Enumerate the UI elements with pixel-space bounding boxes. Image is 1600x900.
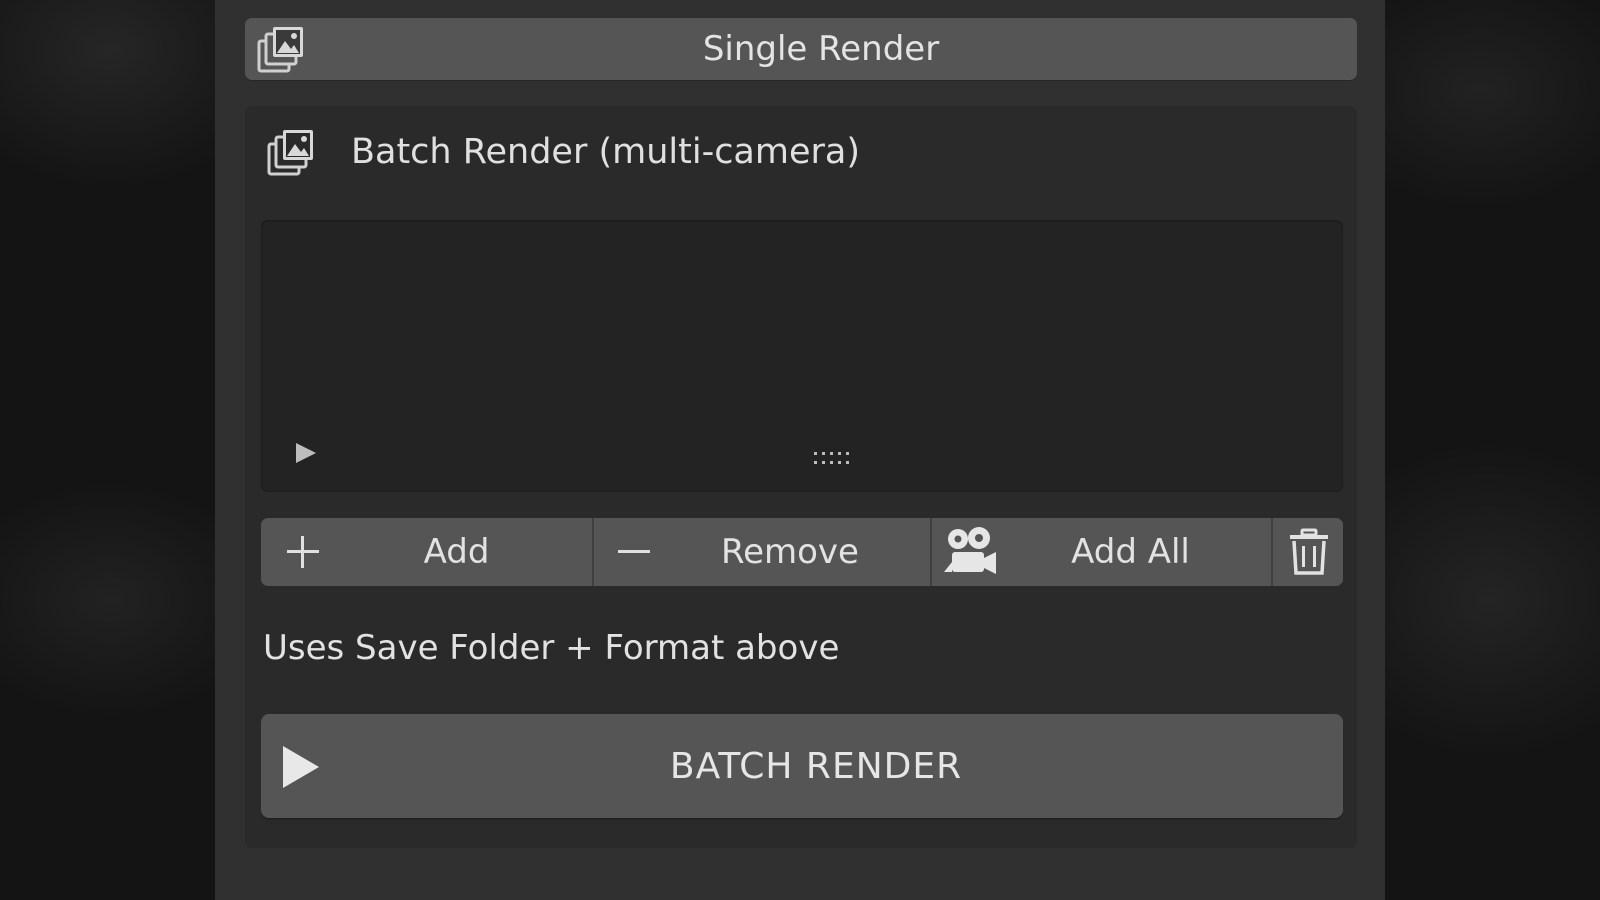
add-all-cameras-button[interactable]: Add All — [932, 518, 1273, 586]
resize-grip-icon[interactable] — [812, 449, 852, 469]
remove-camera-button[interactable]: Remove — [594, 518, 932, 586]
render-panel: Single Render Batch Render (multi-camera… — [215, 0, 1385, 900]
add-camera-label: Add — [423, 532, 490, 572]
single-render-label: Single Render — [702, 29, 940, 69]
remove-camera-label: Remove — [721, 532, 859, 572]
image-stack-icon — [267, 128, 317, 176]
add-all-cameras-label: Add All — [1071, 532, 1190, 572]
batch-render-info: Uses Save Folder + Format above — [263, 628, 840, 668]
batch-render-section: Batch Render (multi-camera) Add Remove A… — [245, 106, 1357, 848]
camera-list-actions: Add Remove Add All — [261, 518, 1343, 586]
clear-cameras-button[interactable] — [1273, 518, 1343, 586]
batch-render-title: Batch Render (multi-camera) — [351, 132, 861, 172]
trash-icon — [1287, 528, 1331, 576]
batch-render-label: BATCH RENDER — [669, 745, 963, 787]
single-render-button[interactable]: Single Render — [245, 18, 1357, 80]
batch-render-button[interactable]: BATCH RENDER — [261, 714, 1343, 818]
add-camera-button[interactable]: Add — [261, 518, 594, 586]
triangle-right-icon[interactable] — [296, 443, 316, 463]
camera-list[interactable] — [261, 220, 1343, 492]
